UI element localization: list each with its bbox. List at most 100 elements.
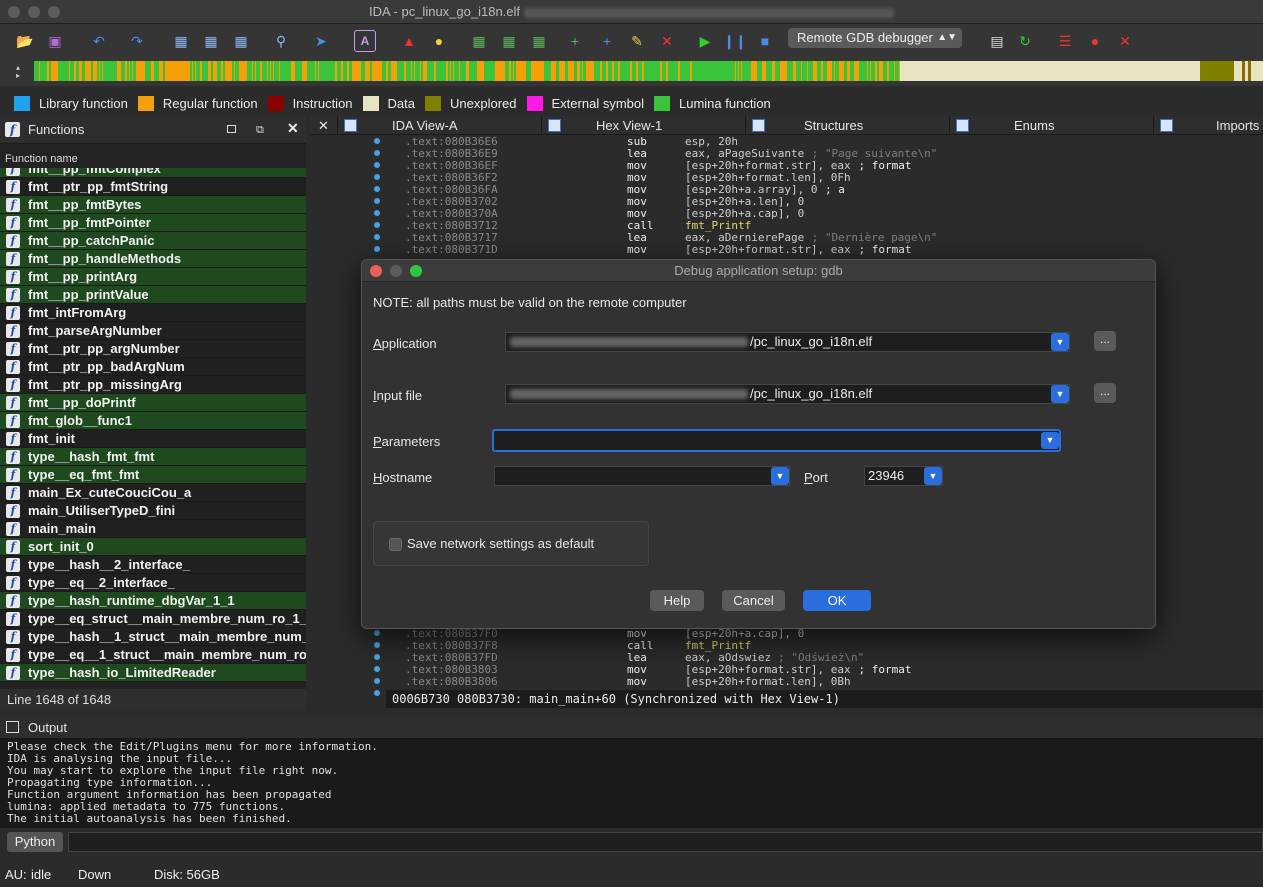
breakpoint-gutter-dot[interactable] <box>374 198 380 204</box>
tab-imports[interactable]: Imports <box>1154 116 1263 135</box>
function-row[interactable]: f fmt_parseArgNumber <box>0 322 306 340</box>
code-line[interactable]: .text:080B36E9 lea eax, aPageSuivante; "Pa… <box>405 147 937 160</box>
chevron-down-icon[interactable]: ▼ <box>771 467 789 485</box>
breakpoint-gutter-dot[interactable] <box>374 174 380 180</box>
function-row[interactable]: f fmt_intFromArg <box>0 304 306 322</box>
function-row[interactable]: f fmt_glob__func1 <box>0 412 306 430</box>
save-network-settings-checkbox[interactable] <box>389 538 402 551</box>
refresh-icon[interactable]: ↻ <box>1014 30 1036 52</box>
function-row[interactable]: f main_Ex_cuteCouciCou_a <box>0 484 306 502</box>
code-line[interactable]: .text:080B36E6 sub esp, 20h <box>405 135 738 148</box>
code-line[interactable]: .text:080B371D mov [esp+20h+format.str], e… <box>405 243 911 256</box>
function-row[interactable]: f fmt__pp_fmtPointer <box>0 214 306 232</box>
open-folder-icon[interactable]: 📂 <box>14 30 36 52</box>
code-line[interactable]: .text:080B36FA mov [esp+20h+a.array], 0; a <box>405 183 845 196</box>
attach-icon[interactable]: ▤ <box>986 30 1008 52</box>
function-row[interactable]: f fmt__pp_fmtBytes <box>0 196 306 214</box>
code-line[interactable]: .text:080B3806 mov [esp+20h+format.len], 0… <box>405 675 851 688</box>
stop-icon[interactable]: ■ <box>754 30 776 52</box>
warning-icon[interactable]: ▲ <box>398 30 420 52</box>
function-row[interactable]: f type__hash_runtime_dbgVar_1_1 <box>0 592 306 610</box>
code-line[interactable]: .text:080B3717 lea eax, aDernierePage; "De… <box>405 231 937 244</box>
pin-icon[interactable]: ➤ <box>310 30 332 52</box>
close-window-button[interactable] <box>8 6 20 18</box>
function-row[interactable]: f type__hash_fmt_fmt <box>0 448 306 466</box>
chevron-down-icon[interactable]: ▼ <box>1041 432 1059 449</box>
function-row[interactable]: f sort_init_0 <box>0 538 306 556</box>
tab-ida-view-a[interactable]: IDA View-A <box>338 116 542 135</box>
function-row[interactable]: f fmt__ptr_pp_badArgNum <box>0 358 306 376</box>
debugger-select[interactable]: Remote GDB debugger ▲▼ <box>788 28 962 48</box>
python-input[interactable] <box>68 832 1263 852</box>
close-pane-icon[interactable]: ✕ <box>287 120 299 137</box>
breakpoint-gutter-dot[interactable] <box>374 138 380 144</box>
function-row[interactable]: f fmt__pp_catchPanic <box>0 232 306 250</box>
minimize-window-button[interactable] <box>28 6 40 18</box>
python-button[interactable]: Python <box>7 832 63 852</box>
code-line[interactable]: .text:080B36F2 mov [esp+20h+format.len], 0… <box>405 171 851 184</box>
tab-structures[interactable]: Structures <box>746 116 950 135</box>
tab-hex-view-1[interactable]: Hex View-1 <box>542 116 746 135</box>
play-icon[interactable]: ▶ <box>694 30 716 52</box>
input-file-field[interactable]: /pc_linux_go_i18n.elf ▼ <box>505 384 1070 404</box>
function-row[interactable]: f type__eq_struct__main_membre_num_ro_1_s <box>0 610 306 628</box>
function-row[interactable]: f fmt__pp_printArg <box>0 268 306 286</box>
function-row[interactable]: f fmt__ptr_pp_missingArg <box>0 376 306 394</box>
navigation-band[interactable] <box>34 61 1263 81</box>
breakpoint-gutter-dot[interactable] <box>374 186 380 192</box>
chevron-down-icon[interactable]: ▼ <box>1051 385 1069 403</box>
breakpoint-gutter-dot[interactable] <box>374 162 380 168</box>
breakpoint-gutter-dot[interactable] <box>374 690 380 696</box>
dialog-zoom-button[interactable] <box>410 265 422 277</box>
code-line[interactable]: .text:080B3702 mov [esp+20h+a.len], 0 <box>405 195 804 208</box>
chevron-down-icon[interactable]: ▼ <box>1051 333 1069 351</box>
hostname-field[interactable]: ▼ <box>494 466 790 486</box>
dialog-close-button[interactable] <box>370 265 382 277</box>
port-field[interactable]: 23946 ▼ <box>864 466 943 486</box>
bulb-icon[interactable]: ● <box>428 30 450 52</box>
function-row[interactable]: f type__hash__1_struct__main_membre_num_r <box>0 628 306 646</box>
add-icon[interactable]: + <box>596 30 618 52</box>
save-network-settings-label[interactable]: Save network settings as default <box>407 536 594 551</box>
graph-icon[interactable]: ▦ <box>468 30 490 52</box>
dialog-minimize-button[interactable] <box>390 265 402 277</box>
breakpoint-gutter-dot[interactable] <box>374 642 380 648</box>
breakpoint-gutter-dot[interactable] <box>374 150 380 156</box>
tab-enums[interactable]: Enums <box>950 116 1154 135</box>
function-row[interactable]: f fmt_init <box>0 430 306 448</box>
code-line[interactable]: .text:080B36EF mov [esp+20h+format.str], e… <box>405 159 911 172</box>
save-icon[interactable]: ▣ <box>44 30 66 52</box>
zoom-window-button[interactable] <box>48 6 60 18</box>
clear-breakpoints-icon[interactable]: ✕ <box>1114 30 1136 52</box>
function-row[interactable]: f type__eq__2_interface_ <box>0 574 306 592</box>
breakpoint-gutter-dot[interactable] <box>374 222 380 228</box>
cancel-button[interactable]: Cancel <box>722 590 785 611</box>
breakpoint-gutter-dot[interactable] <box>374 654 380 660</box>
back-arrow-icon[interactable]: ↶ <box>88 30 110 52</box>
breakpoint-icon[interactable]: ● <box>1084 30 1106 52</box>
struct-icon[interactable]: ▦ <box>528 30 550 52</box>
restore-pane-icon[interactable] <box>227 125 236 133</box>
breakpoint-gutter-dot[interactable] <box>374 210 380 216</box>
application-browse-button[interactable]: ... <box>1094 331 1116 351</box>
delete-icon[interactable]: ✕ <box>656 30 678 52</box>
function-row[interactable]: f fmt__ptr_pp_fmtString <box>0 178 306 196</box>
parameters-field[interactable]: ▼ <box>492 429 1061 452</box>
edit-icon[interactable]: ✎ <box>626 30 648 52</box>
search-icon[interactable]: ⚲ <box>270 30 292 52</box>
function-row[interactable]: f type__eq__1_struct__main_membre_num_ro_ <box>0 646 306 664</box>
code-line[interactable]: .text:080B37FD lea eax, aOdswiez; "Odśwież… <box>405 651 864 664</box>
breakpoint-gutter-dot[interactable] <box>374 234 380 240</box>
text-icon[interactable]: A <box>354 30 376 52</box>
function-row[interactable]: f fmt__ptr_pp_argNumber <box>0 340 306 358</box>
function-row[interactable]: f fmt__pp_handleMethods <box>0 250 306 268</box>
breakpoint-gutter-dot[interactable] <box>374 246 380 252</box>
function-row[interactable]: f fmt__pp_printValue <box>0 286 306 304</box>
help-button[interactable]: Help <box>650 590 704 611</box>
output-log[interactable]: Please check the Edit/Plugins menu for m… <box>0 738 1263 828</box>
jump-xref-icon[interactable]: ▦ <box>200 30 222 52</box>
function-row[interactable]: f main_main <box>0 520 306 538</box>
jump-icon[interactable]: ▦ <box>170 30 192 52</box>
application-field[interactable]: /pc_linux_go_i18n.elf ▼ <box>505 332 1070 352</box>
band-arrows-icon[interactable]: ▴ ▸ <box>16 64 20 80</box>
